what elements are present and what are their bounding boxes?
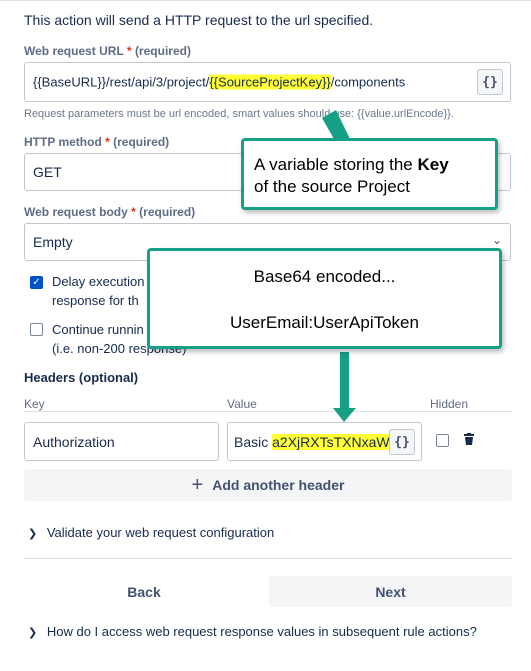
base64-annotation-callout: Base64 encoded... UserEmail:UserApiToken <box>147 248 502 349</box>
key-annotation-callout: A variable storing the Key of the source… <box>241 138 498 210</box>
base64-arrow-shaft <box>340 352 349 413</box>
base64-arrow-head <box>333 408 356 422</box>
key-arrow <box>322 110 350 139</box>
